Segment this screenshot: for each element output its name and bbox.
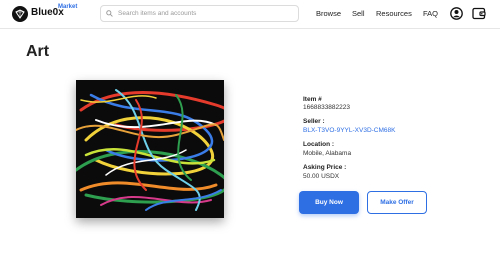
item-number-value: 1668833882223 [303, 104, 350, 111]
nav-browse[interactable]: Browse [316, 9, 341, 18]
item-number-label: Item # [303, 96, 322, 103]
location-label: Location : [303, 141, 335, 148]
nav-faq[interactable]: FAQ [423, 9, 438, 18]
artwork-image[interactable] [76, 80, 224, 218]
nav-resources[interactable]: Resources [376, 9, 412, 18]
make-offer-button[interactable]: Make Offer [367, 191, 427, 214]
buy-now-button[interactable]: Buy Now [299, 191, 359, 214]
diamond-logo-icon[interactable] [12, 6, 28, 22]
page-title: Art [26, 43, 50, 60]
seller-label: Seller : [303, 118, 325, 125]
asking-price-value: 50.00 USDX [303, 173, 340, 180]
location-value: Mobile, Alabama [303, 150, 352, 157]
wallet-icon[interactable] [472, 7, 486, 20]
nav-sell[interactable]: Sell [352, 9, 365, 18]
search-icon [106, 10, 113, 17]
seller-link[interactable]: BLX-T3VO-9YYL-XV3D-CM68K [303, 127, 395, 134]
search-input[interactable] [118, 10, 288, 17]
asking-price-label: Asking Price : [303, 164, 347, 171]
top-navbar: Blue0x Market Browse Sell Resources FAQ [0, 0, 500, 29]
brand-sub: Market [58, 4, 78, 10]
search-box[interactable] [100, 5, 299, 22]
user-account-icon[interactable] [450, 7, 463, 20]
